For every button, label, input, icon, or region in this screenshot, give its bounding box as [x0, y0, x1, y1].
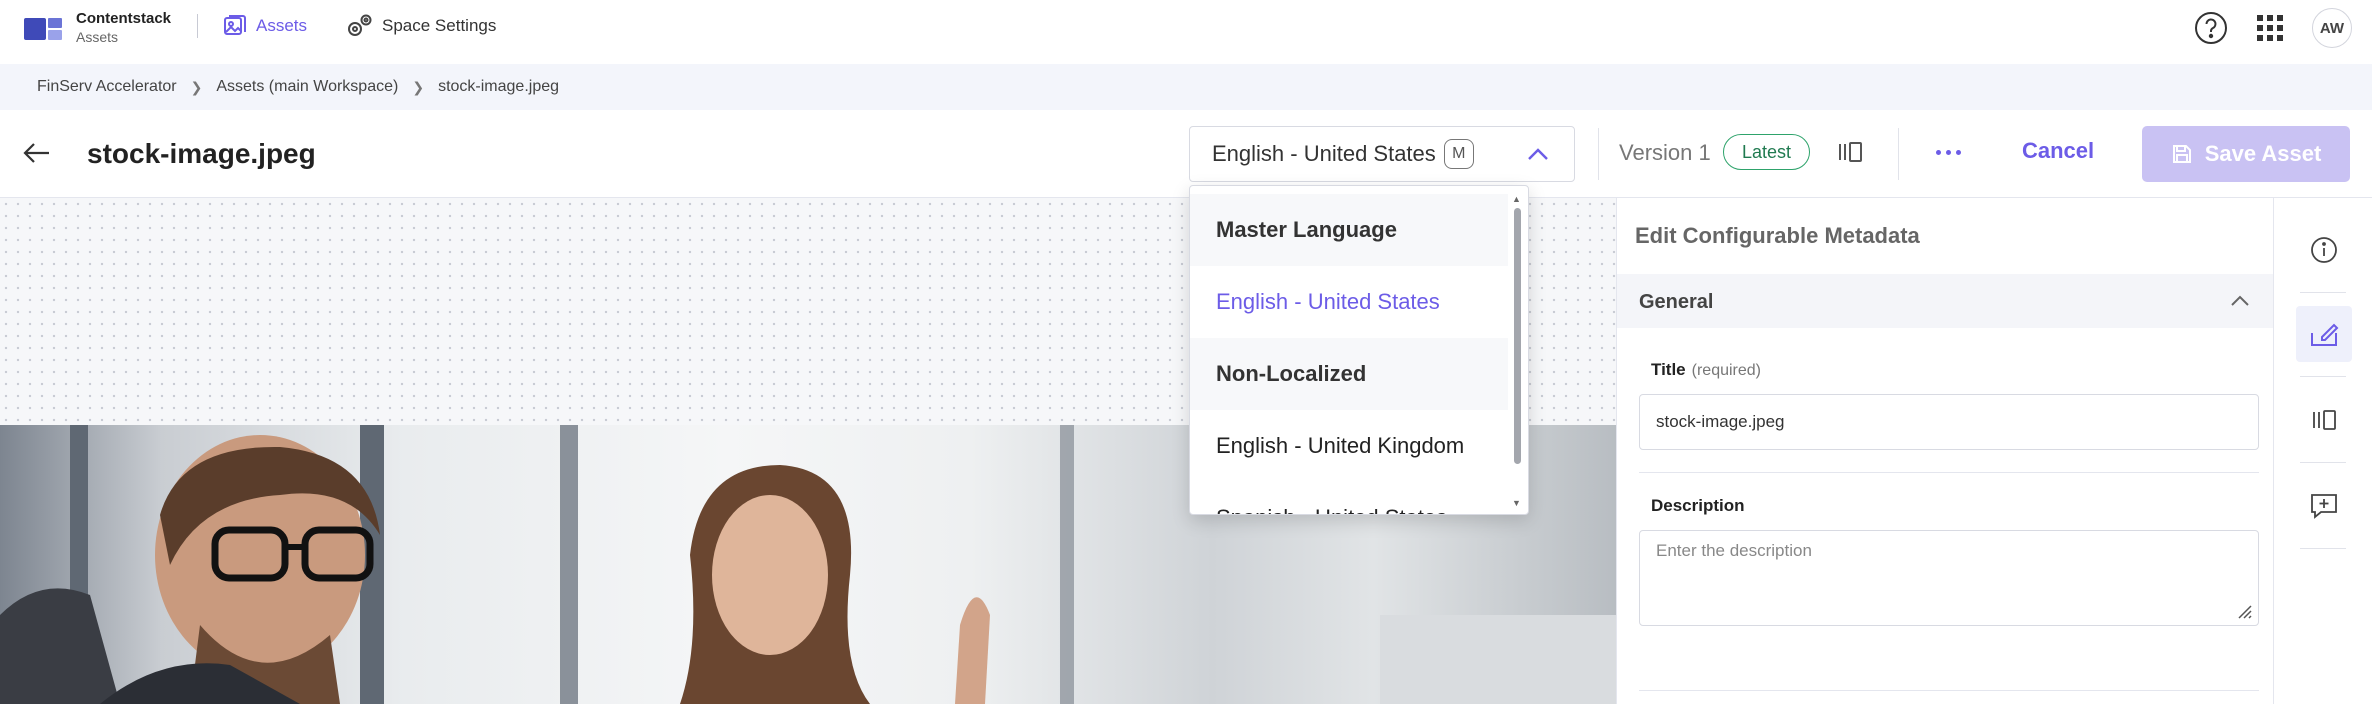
versions-button[interactable] — [2296, 392, 2352, 448]
master-language-badge: M — [1443, 139, 1474, 169]
field-divider — [1639, 472, 2259, 473]
breadcrumb-separator-icon: ❯ — [190, 78, 203, 95]
language-group-master: Master Language — [1190, 194, 1508, 266]
help-icon[interactable] — [2194, 11, 2228, 45]
edit-metadata-icon — [2311, 323, 2339, 346]
asset-header: stock-image.jpeg English - United States… — [0, 110, 2372, 198]
language-dropdown: Master Language English - United States … — [1189, 185, 1529, 515]
cancel-button[interactable]: Cancel — [2022, 138, 2094, 164]
top-right-actions: AW — [2194, 8, 2352, 48]
edit-metadata-button[interactable] — [2296, 306, 2352, 362]
info-icon — [2311, 237, 2337, 263]
title-required-hint: (required) — [1691, 362, 1761, 379]
description-field-label: Description — [1651, 496, 1745, 516]
breadcrumb-workspace[interactable]: Assets (main Workspace) — [216, 78, 398, 96]
breadcrumb-current: stock-image.jpeg — [438, 78, 560, 95]
metadata-panel: Edit Configurable Metadata General Title… — [1616, 198, 2273, 704]
save-asset-button[interactable]: Save Asset — [2142, 126, 2350, 182]
field-divider — [1639, 690, 2259, 691]
title-field-label: Title (required) — [1651, 360, 1761, 380]
header-divider — [1898, 128, 1899, 180]
info-button[interactable] — [2296, 222, 2352, 278]
more-options-icon[interactable] — [1936, 150, 1961, 155]
nav-assets-label: Assets — [256, 16, 308, 35]
gears-icon — [348, 14, 372, 36]
title-input[interactable] — [1639, 394, 2259, 450]
description-label-text: Description — [1651, 496, 1745, 515]
user-avatar[interactable]: AW — [2312, 8, 2352, 48]
brand-divider — [197, 14, 198, 38]
rail-divider — [2300, 376, 2346, 377]
language-select[interactable]: English - United States M — [1189, 126, 1575, 182]
nav-space-settings[interactable]: Space Settings — [344, 12, 496, 40]
rail-divider — [2300, 462, 2346, 463]
header-divider — [1598, 128, 1599, 180]
versions-icon — [2313, 410, 2336, 430]
general-section-header[interactable]: General — [1617, 274, 2273, 328]
scroll-up-icon[interactable]: ▲ — [1512, 194, 1521, 204]
app-grid-icon[interactable] — [2256, 14, 2284, 42]
assets-icon — [224, 15, 246, 35]
latest-badge: Latest — [1723, 134, 1811, 170]
version-label: Version 1 — [1619, 140, 1711, 165]
comment-icon — [2311, 494, 2337, 519]
brand[interactable]: Contentstack Assets — [24, 10, 171, 46]
nav-space-settings-label: Space Settings — [382, 16, 497, 35]
dropdown-scrollbar[interactable]: ▲ ▼ — [1512, 194, 1522, 508]
language-option-spanish-us[interactable]: Spanish - United States — [1190, 482, 1508, 514]
brand-product: Assets — [76, 29, 119, 45]
chevron-up-icon — [1528, 148, 1548, 160]
back-arrow-icon[interactable] — [22, 140, 52, 166]
chevron-up-icon[interactable] — [2229, 292, 2251, 310]
save-asset-label: Save Asset — [2204, 141, 2322, 166]
scrollbar-thumb[interactable] — [1514, 208, 1521, 464]
language-select-value: English - United States — [1212, 141, 1436, 166]
language-option-english-uk[interactable]: English - United Kingdom — [1190, 410, 1508, 482]
language-option-english-us[interactable]: English - United States — [1190, 266, 1508, 338]
brand-name: Contentstack — [76, 10, 172, 27]
compare-versions-icon[interactable] — [1836, 140, 1864, 164]
right-rail — [2273, 198, 2372, 704]
rail-divider — [2300, 292, 2346, 293]
rail-divider — [2300, 548, 2346, 549]
breadcrumb-stack[interactable]: FinServ Accelerator — [37, 78, 177, 96]
contentstack-logo-icon — [24, 15, 62, 41]
resize-handle-icon[interactable] — [2235, 602, 2253, 620]
breadcrumb-separator-icon: ❯ — [412, 78, 425, 95]
scroll-down-icon[interactable]: ▼ — [1512, 498, 1521, 508]
description-input[interactable] — [1639, 530, 2259, 626]
metadata-panel-title: Edit Configurable Metadata — [1635, 223, 1920, 248]
save-icon — [2172, 145, 2191, 163]
language-options: Master Language English - United States … — [1190, 194, 1508, 514]
language-group-non-localized: Non-Localized — [1190, 338, 1508, 410]
top-navigation: Contentstack Assets Assets Space Setting… — [0, 0, 2372, 64]
comments-button[interactable] — [2296, 478, 2352, 534]
nav-assets[interactable]: Assets — [222, 12, 307, 40]
title-label-text: Title — [1651, 360, 1686, 379]
general-section-title: General — [1639, 291, 1714, 313]
page-title: stock-image.jpeg — [87, 138, 316, 169]
breadcrumb: FinServ Accelerator ❯ Assets (main Works… — [0, 64, 2372, 110]
